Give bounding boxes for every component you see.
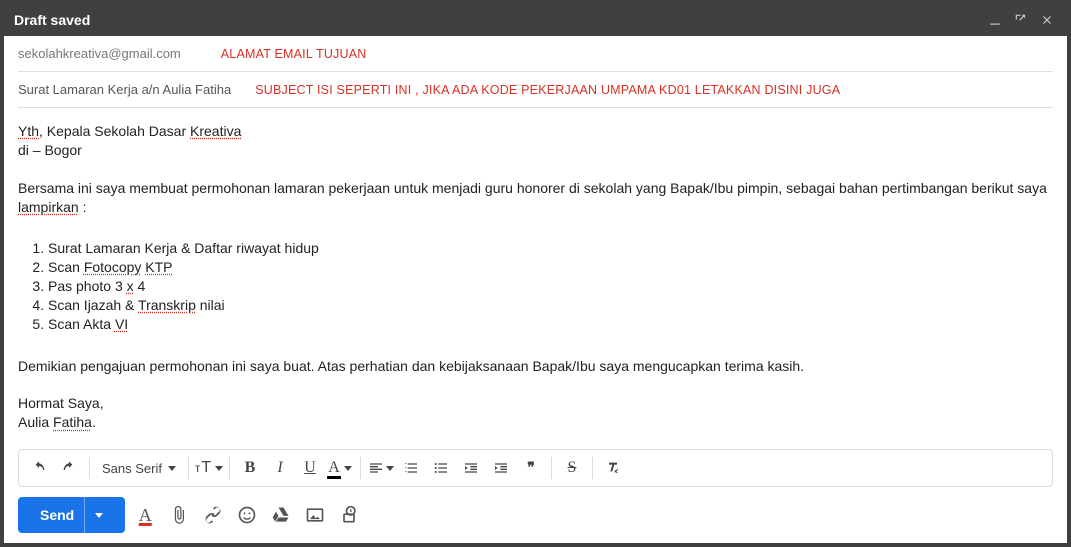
redo-icon[interactable]	[55, 454, 83, 482]
compose-window: Draft saved sekolahkreativa@gmail.com AL…	[0, 0, 1071, 547]
subject-annotation: SUBJECT ISI SEPERTI INI , JIKA ADA KODE …	[255, 83, 840, 97]
close-icon[interactable]	[1037, 10, 1057, 30]
undo-icon[interactable]	[25, 454, 53, 482]
popout-icon[interactable]	[1011, 10, 1031, 30]
bold-button[interactable]: B	[236, 454, 264, 482]
to-field-row[interactable]: sekolahkreativa@gmail.com ALAMAT EMAIL T…	[18, 36, 1053, 72]
attachment-list: Surat Lamaran Kerja & Daftar riwayat hid…	[48, 239, 1053, 333]
italic-button[interactable]: I	[266, 454, 294, 482]
closing-paragraph: Demikian pengajuan permohonan ini saya b…	[18, 357, 1053, 376]
indent-more-icon[interactable]	[487, 454, 515, 482]
salutation-line2: di – Bogor	[18, 141, 1053, 160]
strikethrough-button[interactable]: S	[558, 454, 586, 482]
list-item: Scan Akta VI	[48, 315, 1053, 334]
link-icon[interactable]	[203, 505, 223, 525]
bottom-bar: Send A	[4, 487, 1067, 543]
to-value: sekolahkreativa@gmail.com	[18, 46, 181, 61]
send-button[interactable]: Send	[18, 497, 125, 533]
titlebar: Draft saved	[4, 4, 1067, 36]
header-fields: sekolahkreativa@gmail.com ALAMAT EMAIL T…	[4, 36, 1067, 108]
bottom-actions: A	[135, 505, 359, 525]
emoji-icon[interactable]	[237, 505, 257, 525]
sender-name: Aulia Fatiha.	[18, 413, 1053, 432]
drive-icon[interactable]	[271, 505, 291, 525]
numbered-list-icon[interactable]	[397, 454, 425, 482]
bullet-list-icon[interactable]	[427, 454, 455, 482]
align-button[interactable]	[367, 454, 395, 482]
font-size-select[interactable]: тT	[195, 454, 223, 482]
font-family-select[interactable]: Sans Serif	[96, 461, 182, 476]
indent-less-icon[interactable]	[457, 454, 485, 482]
to-annotation: ALAMAT EMAIL TUJUAN	[221, 47, 367, 61]
paragraph-1: Bersama ini saya membuat permohonan lama…	[18, 179, 1053, 217]
list-item: Surat Lamaran Kerja & Daftar riwayat hid…	[48, 239, 1053, 258]
list-item: Pas photo 3 x 4	[48, 277, 1053, 296]
subject-field-row[interactable]: Surat Lamaran Kerja a/n Aulia Fatiha SUB…	[18, 72, 1053, 108]
format-toolbar: Sans Serif тT B I U A ❞ S	[18, 449, 1053, 487]
attach-icon[interactable]	[169, 505, 189, 525]
subject-value: Surat Lamaran Kerja a/n Aulia Fatiha	[18, 82, 231, 97]
underline-button[interactable]: U	[296, 454, 324, 482]
text-color-button[interactable]: A	[326, 454, 354, 482]
format-toggle-icon[interactable]: A	[135, 505, 155, 525]
list-item: Scan Fotocopy KTP	[48, 258, 1053, 277]
email-body[interactable]: Yth, Kepala Sekolah Dasar Kreativa di – …	[4, 108, 1067, 449]
salutation-line1: Yth, Kepala Sekolah Dasar Kreativa	[18, 122, 1053, 141]
sign-off: Hormat Saya,	[18, 394, 1053, 413]
remove-format-icon[interactable]	[599, 454, 627, 482]
minimize-icon[interactable]	[985, 10, 1005, 30]
window-title: Draft saved	[14, 12, 90, 28]
confidential-icon[interactable]	[339, 505, 359, 525]
list-item: Scan Ijazah & Transkrip nilai	[48, 296, 1053, 315]
photo-icon[interactable]	[305, 505, 325, 525]
quote-button[interactable]: ❞	[517, 454, 545, 482]
